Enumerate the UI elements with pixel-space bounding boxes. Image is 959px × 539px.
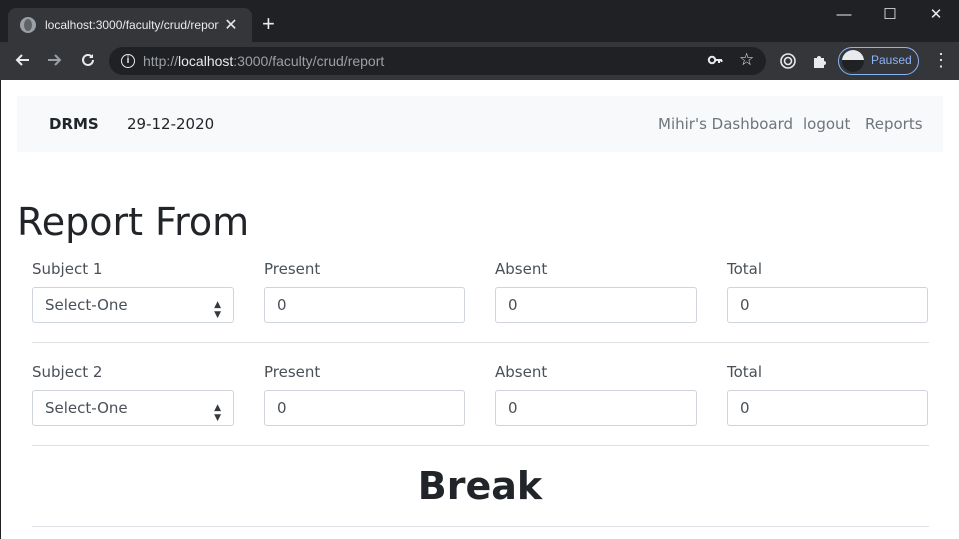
absent-label: Absent [495,260,548,278]
divider [32,445,929,446]
total-label: Total [727,363,763,381]
total-input[interactable]: 0 [727,287,928,323]
address-bar[interactable]: i http://localhost:3000/faculty/crud/rep… [109,47,766,75]
brand-link[interactable]: DRMS [49,115,99,133]
close-window-icon[interactable]: ✕ [913,0,959,32]
media-icon[interactable] [779,52,797,75]
total-input[interactable]: 0 [727,390,928,426]
forward-icon[interactable] [45,51,65,71]
date-text: 29-12-2020 [127,115,215,133]
browser-toolbar: i http://localhost:3000/faculty/crud/rep… [0,42,959,80]
url-text: http://localhost:3000/faculty/crud/repor… [143,53,385,69]
menu-icon[interactable]: ⋮ [932,50,950,71]
divider [32,342,929,343]
present-label: Present [264,260,321,278]
browser-tab[interactable]: localhost:3000/faculty/crud/report ✕ [8,8,252,42]
subject-select[interactable]: Select-One ▲ ▼ [32,390,234,426]
subject-select[interactable]: Select-One ▲ ▼ [32,287,234,323]
absent-label: Absent [495,363,548,381]
tab-title: localhost:3000/faculty/crud/report [45,18,219,32]
nav-link-dashboard[interactable]: Mihir's Dashboard [658,115,793,133]
divider [32,526,929,527]
present-input[interactable]: 0 [264,287,465,323]
subject-label: Subject 1 [32,260,103,278]
tab-strip: localhost:3000/faculty/crud/report ✕ + —… [0,0,959,42]
minimize-icon[interactable]: — [821,0,867,32]
page-title: Report From [17,200,250,244]
profile-button[interactable]: Paused [838,47,919,75]
key-icon[interactable] [707,52,723,71]
break-heading: Break [417,464,543,508]
nav-link-reports[interactable]: Reports [865,115,923,133]
subject-select-value: Select-One [45,296,128,314]
present-label: Present [264,363,321,381]
tab-close-icon[interactable]: ✕ [223,15,239,35]
globe-icon [20,17,36,33]
info-icon[interactable]: i [121,54,135,68]
present-input[interactable]: 0 [264,390,465,426]
nav-link-logout[interactable]: logout [803,115,850,133]
extensions-icon[interactable] [811,52,829,75]
back-icon[interactable] [12,51,32,71]
reload-icon[interactable] [78,51,98,71]
avatar [842,50,864,72]
web-page: DRMS 29-12-2020 Mihir's Dashboard logout… [1,80,959,539]
total-label: Total [727,260,763,278]
subject-label: Subject 2 [32,363,103,381]
maximize-icon[interactable]: ☐ [867,0,913,32]
absent-input[interactable]: 0 [495,287,697,323]
subject-row-1: Subject 1 Select-One ▲ ▼ Present 0 Absent… [32,260,929,330]
star-icon[interactable]: ☆ [739,50,754,70]
new-tab-button[interactable]: + [262,13,275,35]
navbar: DRMS 29-12-2020 Mihir's Dashboard logout… [17,96,943,152]
select-arrows-icon: ▲ ▼ [214,300,221,320]
absent-input[interactable]: 0 [495,390,697,426]
select-arrows-icon: ▲ ▼ [214,403,221,423]
subject-select-value: Select-One [45,399,128,417]
profile-status: Paused [871,53,912,67]
subject-row-2: Subject 2 Select-One ▲ ▼ Present 0 Absent… [32,363,929,433]
